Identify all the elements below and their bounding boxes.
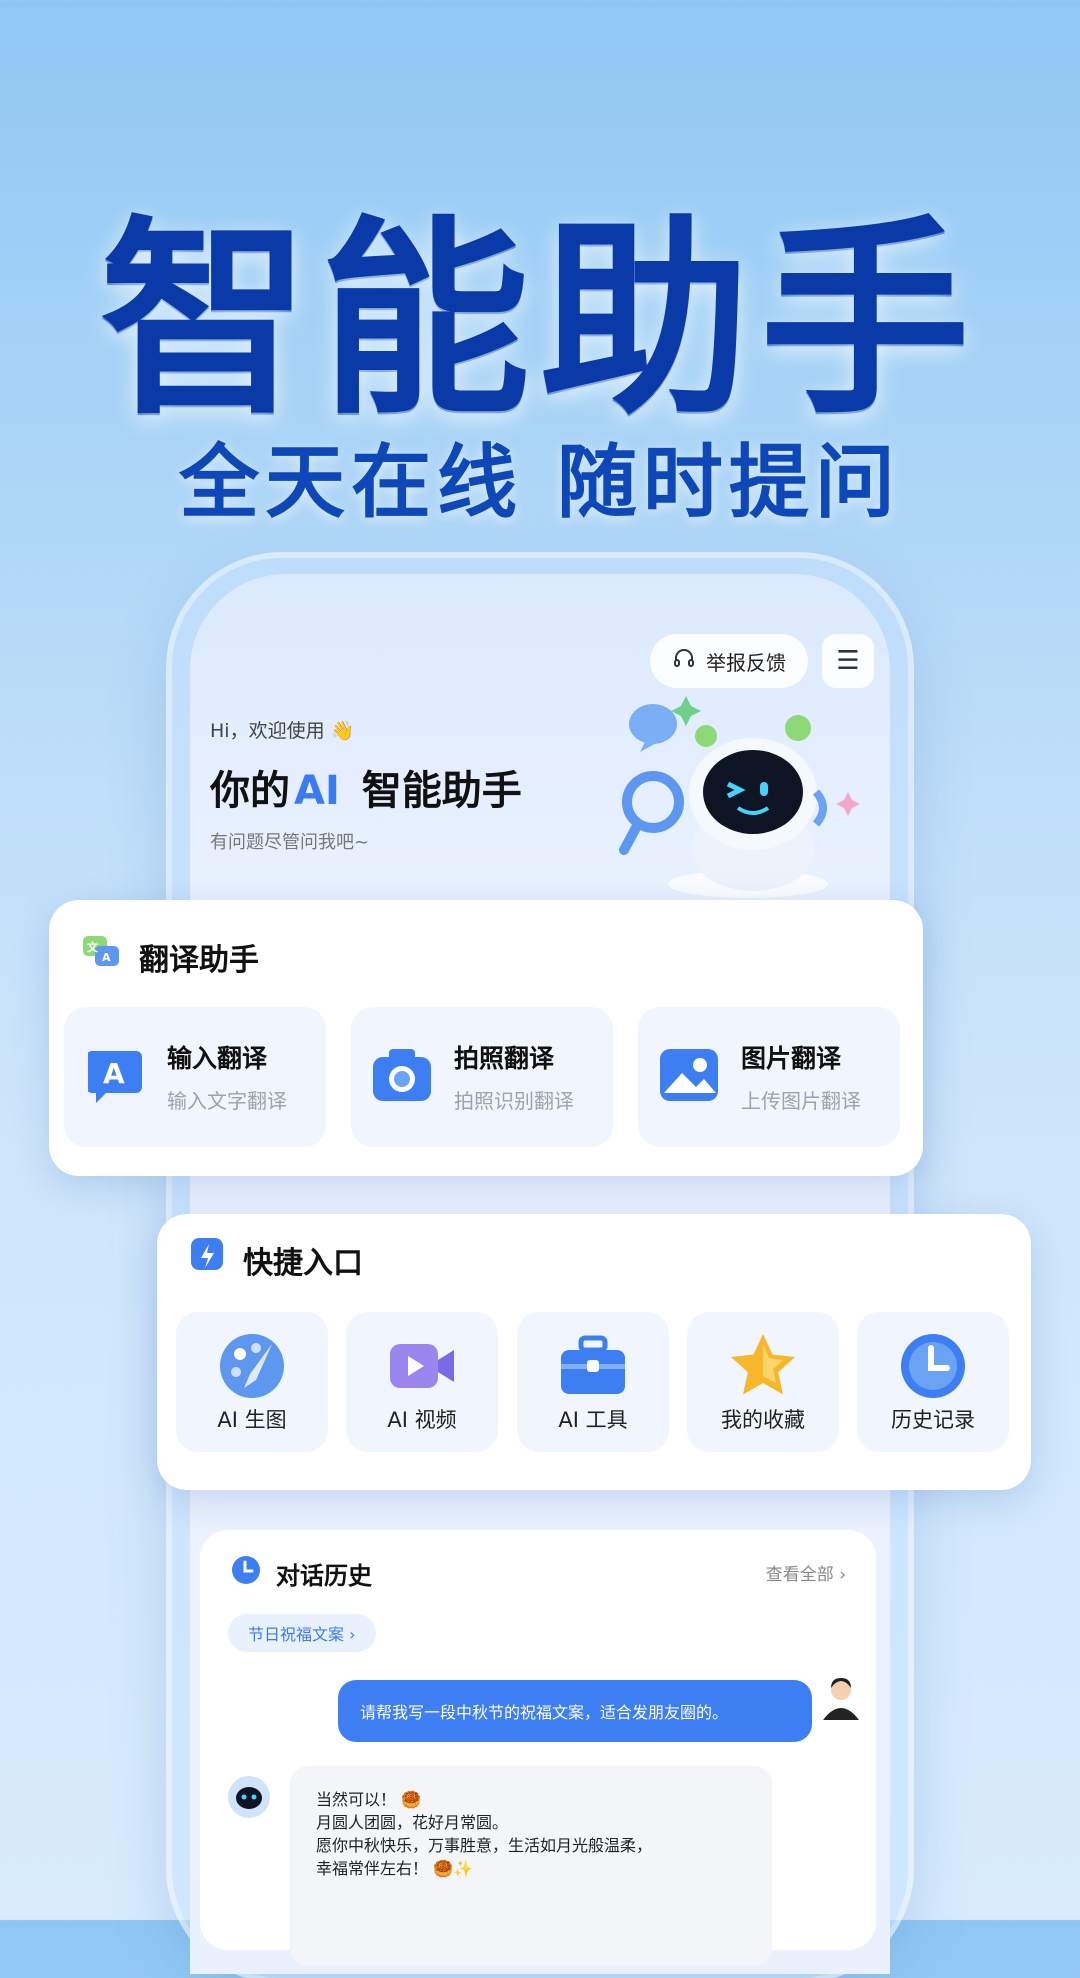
lightning-icon: [189, 1236, 227, 1284]
tile-title: 输入翻译: [167, 1044, 268, 1073]
quick-item-ai-image[interactable]: AI 生图: [176, 1312, 328, 1452]
report-feedback-label: 举报反馈: [706, 650, 786, 675]
quick-item-label: 我的收藏: [721, 1408, 805, 1432]
user-avatar: [820, 1676, 862, 1726]
quick-access-header: 快捷入口: [189, 1236, 363, 1284]
topic-tag[interactable]: 节日祝福文案 ›: [228, 1614, 376, 1652]
history-title: 对话历史: [276, 1561, 372, 1590]
quick-item-favorites[interactable]: 我的收藏: [687, 1312, 839, 1452]
quick-item-history[interactable]: 历史记录: [857, 1312, 1009, 1452]
tile-title: 拍照翻译: [454, 1044, 555, 1073]
toolbox-icon: [561, 1335, 625, 1394]
quick-item-label: AI 工具: [558, 1408, 628, 1432]
tagline: 有问题尽管问我吧~: [210, 832, 370, 853]
quick-access-card: 快捷入口 AI 生图 AI 视频 AI 工具 我的收藏 历史记录: [157, 1214, 1031, 1490]
headline-prefix: 你的: [210, 768, 290, 814]
bot-line: 幸福常伴左右！ 🥮✨: [316, 1859, 473, 1878]
user-message-bubble: 请帮我写一段中秋节的祝福文案，适合发朋友圈的。: [338, 1680, 812, 1742]
translate-card-title: 翻译助手: [139, 943, 259, 978]
letter-a-icon: A: [86, 1043, 144, 1111]
svg-text:A: A: [103, 1057, 125, 1090]
headline-ai: AI: [294, 768, 340, 814]
hero-title: 智能助手: [99, 198, 980, 443]
tile-photo-translate[interactable]: 拍照翻译 拍照识别翻译: [351, 1007, 613, 1147]
bot-avatar: [226, 1774, 272, 1824]
quick-item-ai-video[interactable]: AI 视频: [346, 1312, 498, 1452]
tile-title: 图片翻译: [741, 1044, 842, 1073]
view-all-link[interactable]: 查看全部 ›: [766, 1560, 846, 1585]
history-header: 对话历史: [230, 1554, 372, 1592]
quick-item-label: AI 生图: [217, 1408, 287, 1432]
headset-icon: [672, 647, 696, 676]
bot-line: 当然可以！ 🥮: [316, 1790, 422, 1809]
quick-item-label: AI 视频: [387, 1408, 457, 1432]
video-icon: [390, 1344, 454, 1388]
tile-input-translate[interactable]: A 输入翻译 输入文字翻译: [64, 1007, 326, 1147]
quick-access-title: 快捷入口: [243, 1246, 363, 1281]
hero-subtitle: 全天在线 随时提问: [179, 436, 901, 529]
headline: 你的 AI 智能助手: [210, 758, 522, 816]
camera-icon: [371, 1047, 433, 1107]
svg-text:文: 文: [87, 940, 99, 954]
robot-mascot-icon: [619, 696, 860, 898]
tile-subtitle: 拍照识别翻译: [454, 1089, 574, 1113]
translate-card-header: 文A 翻译助手: [81, 932, 259, 982]
clock-icon: [901, 1334, 965, 1398]
translate-card: 文A 翻译助手 A 输入翻译 输入文字翻译 拍照翻译 拍照识别翻译 图片翻译 上…: [49, 900, 923, 1176]
quick-item-label: 历史记录: [891, 1408, 975, 1432]
hamburger-icon: ☰: [836, 646, 860, 676]
svg-text:A: A: [102, 951, 111, 964]
greeting-text: Hi，欢迎使用 👋: [210, 720, 355, 742]
headline-suffix: 智能助手: [361, 768, 522, 814]
palette-icon: [220, 1334, 284, 1398]
quick-item-ai-tools[interactable]: AI 工具: [517, 1312, 669, 1452]
tile-subtitle: 输入文字翻译: [167, 1089, 287, 1113]
image-icon: [658, 1047, 720, 1107]
translate-icon: 文A: [81, 932, 123, 982]
clock-icon: [230, 1554, 262, 1592]
bot-line: 月圆人团圆，花好月常圆。: [316, 1813, 509, 1832]
star-icon: [731, 1334, 795, 1395]
bot-line: 愿你中秋快乐，万事胜意，生活如月光般温柔，: [316, 1836, 653, 1855]
tile-subtitle: 上传图片翻译: [741, 1089, 861, 1113]
tile-image-translate[interactable]: 图片翻译 上传图片翻译: [638, 1007, 900, 1147]
conversation-history-panel: 对话历史 查看全部 › 节日祝福文案 › 请帮我写一段中秋节的祝福文案，适合发朋…: [200, 1530, 876, 1966]
bot-message-bubble: 当然可以！ 🥮 月圆人团圆，花好月常圆。 愿你中秋快乐，万事胜意，生活如月光般温…: [290, 1766, 772, 1966]
